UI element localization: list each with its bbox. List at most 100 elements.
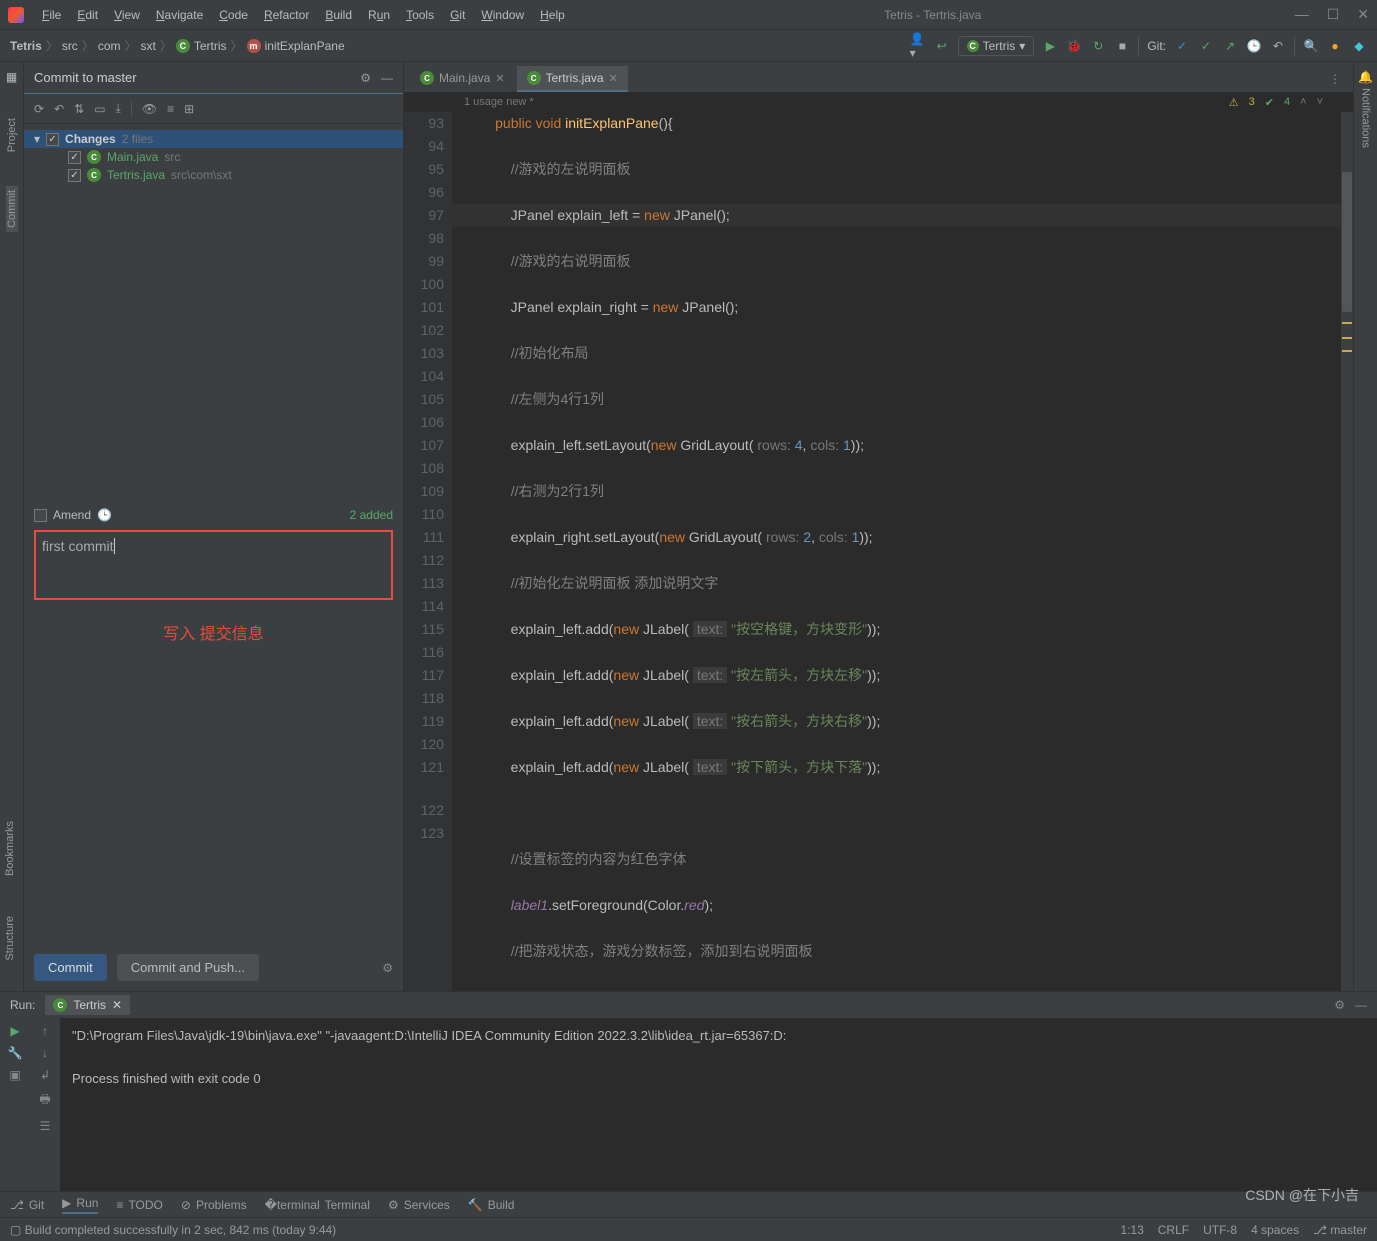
bookmarks-tool-label[interactable]: Bookmarks (0, 801, 20, 896)
commit-tool-label[interactable]: Commit (6, 186, 18, 232)
status-icon[interactable]: ▢ (10, 1223, 21, 1237)
menu-edit[interactable]: Edit (71, 4, 104, 26)
down-icon[interactable]: ↓ (42, 1046, 48, 1060)
hide-icon[interactable]: — (381, 71, 393, 85)
debug-icon[interactable]: 🐞 (1066, 38, 1082, 54)
git-tool-tab[interactable]: ⎇ Git (10, 1198, 44, 1212)
breadcrumb-class[interactable]: Tertris (194, 39, 227, 53)
ide-settings-icon[interactable]: ● (1327, 38, 1343, 54)
close-icon[interactable]: ✕ (1357, 6, 1369, 23)
run-icon[interactable]: ▶ (1042, 38, 1058, 54)
commit-push-button[interactable]: Commit and Push... (117, 954, 259, 981)
breadcrumb-method[interactable]: initExplanPane (265, 39, 345, 53)
down-icon[interactable]: ˅ (1317, 96, 1323, 108)
build-tool-tab[interactable]: 🔨 Build (468, 1198, 515, 1212)
structure-tool-label[interactable]: Structure (0, 896, 20, 981)
notifications-icon[interactable]: 🔔 (1358, 70, 1373, 84)
project-tool-label[interactable]: Project (6, 114, 18, 156)
todo-tool-tab[interactable]: ≡ TODO (116, 1198, 162, 1212)
terminal-tool-tab[interactable]: �terminal Terminal (265, 1198, 370, 1212)
breadcrumb-sxt[interactable]: sxt (141, 39, 156, 53)
run-tab[interactable]: C Tertris ✕ (45, 995, 130, 1015)
run-tab-close-icon[interactable]: ✕ (112, 998, 122, 1012)
back-icon[interactable]: ↩ (934, 38, 950, 54)
group-icon[interactable]: ≡ (167, 102, 174, 116)
expand-arrow-icon[interactable]: ▾ (34, 132, 40, 146)
menu-help[interactable]: Help (534, 4, 571, 26)
menu-view[interactable]: View (108, 4, 146, 26)
git-history-icon[interactable]: 🕒 (1246, 38, 1262, 54)
expand-icon[interactable]: ⊞ (184, 102, 194, 116)
breadcrumb-src[interactable]: src (62, 39, 78, 53)
tabs-more-icon[interactable]: ⋮ (1323, 66, 1347, 92)
menu-refactor[interactable]: Refactor (258, 4, 315, 26)
diff-icon[interactable]: ⇅ (74, 102, 84, 116)
coverage-icon[interactable]: ↻ (1090, 38, 1106, 54)
menu-tools[interactable]: Tools (400, 4, 440, 26)
run-stop-icon[interactable]: 🔧 (8, 1046, 23, 1060)
code-body[interactable]: public void initExplanPane(){ //游戏的左说明面板… (452, 112, 1353, 991)
file-checkbox[interactable] (68, 169, 81, 182)
menu-file[interactable]: File (36, 4, 67, 26)
menu-navigate[interactable]: Navigate (150, 4, 209, 26)
tab-tertris[interactable]: C Tertris.java ✕ (517, 66, 628, 92)
git-push-icon[interactable]: ↗ (1222, 38, 1238, 54)
menu-run[interactable]: Run (362, 4, 396, 26)
file-row[interactable]: C Tertris.java src\com\sxt (24, 166, 403, 184)
breadcrumb-project[interactable]: Tetris (10, 39, 42, 53)
run-tool-tab[interactable]: ▶ Run (62, 1196, 98, 1214)
editor-scrollbar[interactable] (1341, 112, 1353, 991)
rerun-icon[interactable]: ▶ (10, 1024, 19, 1038)
tab-close-icon[interactable]: ✕ (609, 72, 618, 85)
menu-build[interactable]: Build (319, 4, 358, 26)
amend-checkbox[interactable] (34, 509, 47, 522)
caret-position[interactable]: 1:13 (1120, 1223, 1143, 1237)
changelist-icon[interactable]: ▭ (94, 102, 105, 116)
commit-button[interactable]: Commit (34, 954, 107, 981)
breadcrumb-com[interactable]: com (98, 39, 121, 53)
menu-window[interactable]: Window (475, 4, 530, 26)
inspections-widget[interactable]: ⚠3 ✔4 ˄ ˅ (1229, 96, 1323, 109)
problems-tool-tab[interactable]: ⊘ Problems (181, 1198, 247, 1212)
print-icon[interactable]: 🖶 (39, 1090, 50, 1111)
rollback-icon[interactable]: ↶ (54, 102, 64, 116)
project-tool-icon[interactable]: ▦ (6, 70, 17, 84)
git-commit-icon[interactable]: ✓ (1198, 38, 1214, 54)
up-icon[interactable]: ˄ (1300, 96, 1306, 108)
gear-icon[interactable]: ⚙ (382, 961, 393, 975)
git-branch[interactable]: ⎇ master (1313, 1223, 1367, 1237)
wrap-icon[interactable]: ↲ (40, 1068, 50, 1082)
changes-node[interactable]: ▾ Changes 2 files (24, 130, 403, 148)
run-config-selector[interactable]: C Tertris ▾ (958, 36, 1035, 56)
indent[interactable]: 4 spaces (1251, 1223, 1299, 1237)
gear-icon[interactable]: ⚙ (1334, 998, 1345, 1012)
filter-icon[interactable]: ☰ (40, 1119, 51, 1133)
minimize-icon[interactable]: — (1295, 6, 1309, 23)
refresh-icon[interactable]: ⟳ (34, 102, 44, 116)
run-exit-icon[interactable]: ▣ (9, 1068, 20, 1082)
tab-main[interactable]: C Main.java ✕ (410, 66, 515, 92)
encoding[interactable]: UTF-8 (1203, 1223, 1237, 1237)
file-checkbox[interactable] (68, 151, 81, 164)
show-diff-icon[interactable]: 👁 (142, 102, 157, 116)
code-editor[interactable]: 9394959697989910010110210310410510610710… (404, 112, 1353, 991)
changes-checkbox[interactable] (46, 133, 59, 146)
services-tool-tab[interactable]: ⚙ Services (388, 1198, 450, 1212)
user-icon[interactable]: 👤▾ (910, 38, 926, 54)
shelve-icon[interactable]: ⤓ (116, 101, 121, 116)
menu-git[interactable]: Git (444, 4, 471, 26)
menu-code[interactable]: Code (213, 4, 254, 26)
tab-close-icon[interactable]: ✕ (495, 72, 504, 85)
file-row[interactable]: C Main.java src (24, 148, 403, 166)
plugin-icon[interactable]: ◆ (1351, 38, 1367, 54)
git-update-icon[interactable]: ✓ (1174, 38, 1190, 54)
stop-icon[interactable]: ■ (1114, 38, 1130, 54)
run-output[interactable]: "D:\Program Files\Java\jdk-19\bin\java.e… (60, 1018, 1377, 1191)
up-icon[interactable]: ↑ (42, 1024, 48, 1038)
commit-message-input[interactable]: first commit (34, 530, 393, 600)
maximize-icon[interactable]: ☐ (1327, 6, 1340, 23)
notifications-label[interactable]: Notifications (1360, 84, 1372, 152)
git-rollback-icon[interactable]: ↶ (1270, 38, 1286, 54)
search-icon[interactable]: 🔍 (1303, 38, 1319, 54)
line-sep[interactable]: CRLF (1158, 1223, 1189, 1237)
